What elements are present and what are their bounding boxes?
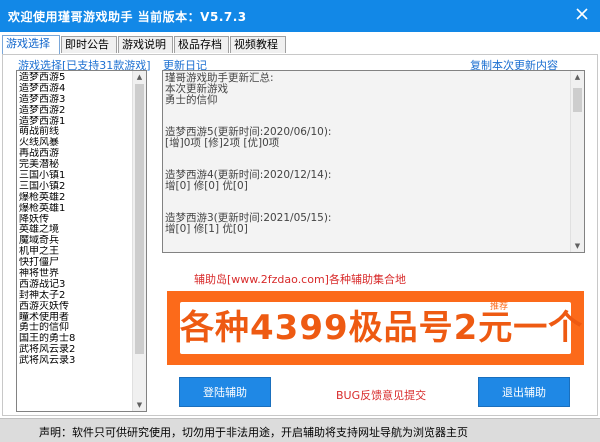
ad-tag: 推荐 <box>490 302 509 312</box>
list-item[interactable]: 造梦西游5 <box>19 72 131 83</box>
list-item[interactable]: 英雄之境 <box>19 224 131 236</box>
list-item[interactable]: 再战西游 <box>19 148 131 159</box>
scroll-down-icon[interactable]: ▼ <box>571 240 584 252</box>
list-item[interactable]: 魔域奇兵 <box>19 235 131 246</box>
site-banner-link[interactable]: 辅助岛[www.2fzdao.com]各种辅助集合地 <box>0 271 600 287</box>
list-item[interactable]: 封神太子2 <box>19 290 131 301</box>
list-item[interactable]: 武将风云录2 <box>19 344 131 355</box>
list-item[interactable]: 快打僵尸 <box>19 257 131 268</box>
ad-banner[interactable]: 各种4399极品号2元一个 推荐 <box>167 291 584 365</box>
list-item[interactable]: 西游灭妖传 <box>19 301 131 312</box>
list-item[interactable]: 爆枪英雄1 <box>19 203 131 214</box>
list-item[interactable]: 萌战前线 <box>19 126 131 138</box>
scroll-thumb[interactable] <box>573 88 582 112</box>
login-button[interactable]: 登陆辅助 <box>179 377 271 407</box>
list-item[interactable]: 造梦西游2 <box>19 105 131 116</box>
tab-game-guide[interactable]: 游戏说明 <box>118 36 173 53</box>
list-item[interactable]: 国王的勇士8 <box>19 333 131 344</box>
feedback-link[interactable]: BUG反馈意见提交 <box>336 387 426 403</box>
list-item[interactable]: 三国小镇2 <box>19 181 131 192</box>
list-item[interactable]: 勇士的信仰 <box>19 322 131 334</box>
ad-inner: 各种4399极品号2元一个 推荐 <box>180 302 584 354</box>
list-item[interactable]: 武将风云录3 <box>19 355 131 366</box>
update-log-scrollbar[interactable]: ▲ ▼ <box>570 71 584 252</box>
update-log-text: 瑾哥游戏助手更新汇总: 本次更新游戏 勇士的信仰 造梦西游5(更新时间:2020… <box>165 72 332 236</box>
game-list-items: 造梦西游5 造梦西游4 造梦西游3 造梦西游2 造梦西游1 萌战前线 火线风暴 再战西游 完美潜… <box>19 72 131 366</box>
game-list[interactable]: 造梦西游5 造梦西游4 造梦西游3 造梦西游2 造梦西游1 萌战前线 火线风暴 再战西游 完美潜… <box>16 70 147 412</box>
list-item[interactable]: 三国小镇1 <box>19 170 131 181</box>
scroll-thumb[interactable] <box>135 84 144 354</box>
scroll-up-icon[interactable]: ▲ <box>571 71 584 83</box>
ad-headline: 各种4399极品号2元一个 <box>180 308 584 348</box>
close-icon[interactable] <box>574 6 590 22</box>
scroll-up-icon[interactable]: ▲ <box>133 71 146 83</box>
title-bar: 欢迎使用瑾哥游戏助手 当前版本：V5.7.3 <box>0 0 600 32</box>
list-item[interactable]: 完美潜秘 <box>19 159 131 170</box>
tab-announcement[interactable]: 即时公告 <box>61 36 117 53</box>
list-item[interactable]: 造梦西游3 <box>19 94 131 105</box>
list-item[interactable]: 瞳术使用者 <box>19 312 131 323</box>
list-item[interactable]: 造梦西游4 <box>19 83 131 94</box>
list-item[interactable]: 造梦西游1 <box>19 116 131 127</box>
exit-button[interactable]: 退出辅助 <box>478 377 570 407</box>
status-bar: 声明：软件只可供研究使用，切勿用于非法用途，开启辅助将支持网址导航为浏览器主页 <box>0 418 600 442</box>
list-item[interactable]: 火线风暴 <box>19 137 131 148</box>
tab-video-tutorial[interactable]: 视频教程 <box>230 36 286 53</box>
list-item[interactable]: 降妖传 <box>19 214 131 225</box>
window-title: 欢迎使用瑾哥游戏助手 当前版本：V5.7.3 <box>8 10 247 24</box>
list-item[interactable]: 爆枪英雄2 <box>19 192 131 203</box>
game-list-scrollbar[interactable]: ▲ ▼ <box>132 71 146 411</box>
tab-save-files[interactable]: 极品存档 <box>174 36 229 53</box>
tab-game-select[interactable]: 游戏选择 <box>2 35 60 54</box>
update-log-box[interactable]: 瑾哥游戏助手更新汇总: 本次更新游戏 勇士的信仰 造梦西游5(更新时间:2020… <box>162 70 585 253</box>
list-item[interactable]: 机甲之王 <box>19 246 131 257</box>
scroll-down-icon[interactable]: ▼ <box>133 399 146 411</box>
disclaimer-text: 声明：软件只可供研究使用，切勿用于非法用途，开启辅助将支持网址导航为浏览器主页 <box>39 426 468 439</box>
